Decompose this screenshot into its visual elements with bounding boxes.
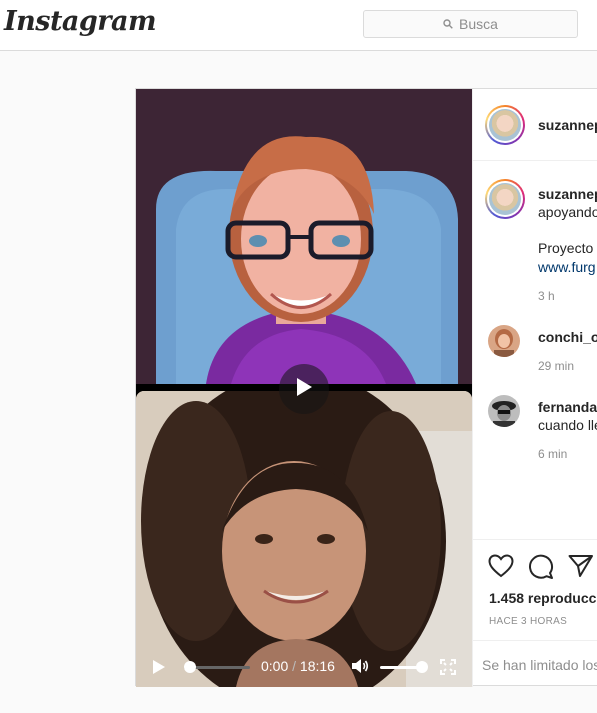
post-card: 0:00 / 18:16 suzannep suzannep apoyando … — [135, 88, 597, 687]
caption-link[interactable]: www.furg — [538, 259, 596, 275]
view-count[interactable]: 1.458 reproducci — [489, 590, 597, 606]
share-icon[interactable] — [568, 554, 594, 583]
volume-icon[interactable] — [351, 658, 369, 677]
caption-time[interactable]: 3 h — [538, 289, 555, 303]
play-icon — [295, 377, 313, 402]
duration: 18:16 — [299, 658, 335, 674]
video-frame-top — [136, 89, 472, 384]
search-box[interactable]: Busca — [363, 10, 578, 38]
post-actions: 1.458 reproducci HACE 3 HORAS Se han lim… — [473, 539, 597, 687]
post-sidebar: suzannep suzannep apoyando Proyecto www.… — [472, 89, 597, 687]
comment-icon[interactable] — [528, 554, 554, 585]
comments-limited-notice: Se han limitado los — [473, 640, 597, 687]
video-frame-bottom — [136, 391, 472, 687]
post-header: suzannep — [473, 89, 597, 161]
caption-username[interactable]: suzannep — [538, 186, 597, 202]
comments-limited-text: Se han limitado los — [482, 657, 597, 673]
top-bar: Instagram Busca — [0, 0, 597, 51]
comment-time[interactable]: 6 min — [538, 447, 567, 461]
author-avatar[interactable] — [485, 105, 525, 145]
seek-handle[interactable] — [184, 661, 196, 673]
post-timestamp[interactable]: HACE 3 HORAS — [489, 616, 567, 627]
volume-slider[interactable] — [380, 661, 428, 673]
commenter-avatar[interactable] — [488, 395, 520, 427]
author-username[interactable]: suzannep — [538, 117, 597, 133]
comment-username[interactable]: conchi_ol — [538, 329, 597, 345]
search-placeholder: Busca — [459, 16, 498, 32]
comment-text: cuando lle — [538, 417, 597, 433]
search-icon — [443, 19, 453, 29]
seek-bar[interactable] — [184, 661, 250, 673]
caption-line-1: apoyando — [538, 204, 597, 220]
fullscreen-icon[interactable] — [440, 659, 456, 678]
instagram-logo[interactable]: Instagram — [4, 6, 157, 37]
comment-time[interactable]: 29 min — [538, 359, 574, 373]
video-player[interactable]: 0:00 / 18:16 — [136, 89, 472, 687]
heart-icon[interactable] — [488, 554, 514, 583]
commenter-avatar[interactable] — [488, 325, 520, 357]
time-display: 0:00 / 18:16 — [261, 658, 335, 674]
current-time: 0:00 — [261, 658, 289, 674]
comment-username[interactable]: fernanda_ — [538, 399, 597, 415]
play-icon[interactable] — [152, 659, 166, 678]
caption-line-2: Proyecto — [538, 240, 594, 256]
center-play-button[interactable] — [279, 364, 329, 414]
volume-handle[interactable] — [415, 661, 428, 673]
time-separator: / — [292, 658, 297, 674]
caption-avatar[interactable] — [485, 179, 525, 219]
video-controls: 0:00 / 18:16 — [136, 647, 472, 687]
